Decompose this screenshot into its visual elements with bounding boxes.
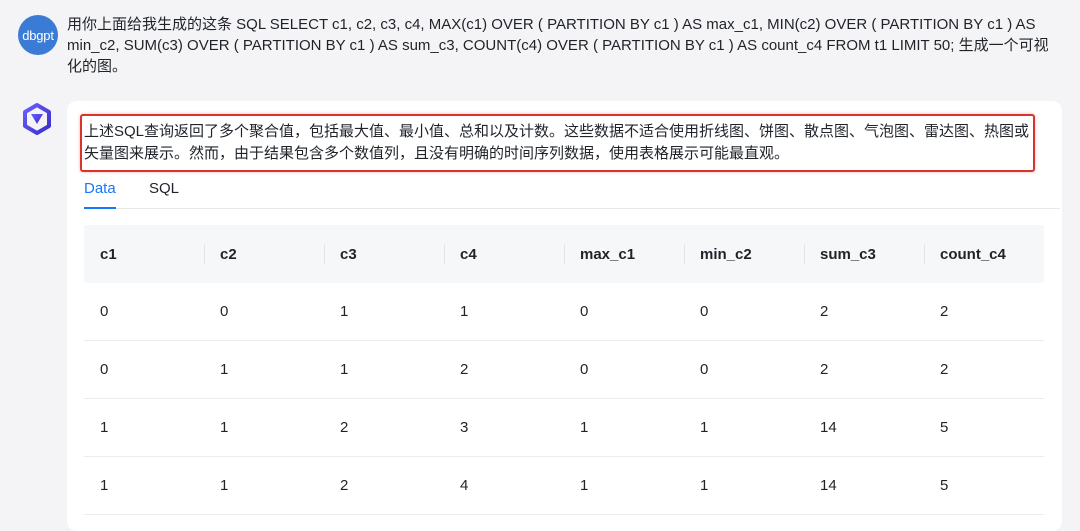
assistant-message-card: 上述SQL查询返回了多个聚合值，包括最大值、最小值、总和以及计数。这些数据不适合… (67, 101, 1062, 531)
table-cell: 14 (804, 398, 924, 457)
table-header-row: c1 c2 c3 c4 max_c1 min_c2 sum_c3 count_c… (84, 225, 1044, 283)
table-cell: 3 (444, 398, 564, 457)
table-row: 1 1 2 4 1 1 14 5 (84, 456, 1044, 515)
table-cell: 1 (204, 340, 324, 399)
table-cell: 0 (564, 283, 684, 341)
table-cell: 1 (444, 283, 564, 341)
active-tab-indicator (84, 207, 116, 209)
table-cell: 2 (324, 398, 444, 457)
table-cell: 2 (444, 340, 564, 399)
table-cell: 2 (924, 340, 1044, 399)
table-cell: 1 (84, 398, 204, 457)
user-message-text: 用你上面给我生成的这条 SQL SELECT c1, c2, c3, c4, M… (67, 16, 1049, 75)
table-row: 0 1 1 2 0 0 2 2 (84, 340, 1044, 399)
column-header: count_c4 (924, 225, 1044, 283)
table-cell: 1 (564, 456, 684, 515)
table-cell: 5 (924, 398, 1044, 457)
table-cell: 1 (204, 456, 324, 515)
column-header: c4 (444, 225, 564, 283)
table-cell: 0 (564, 340, 684, 399)
table-cell: 1 (684, 456, 804, 515)
assistant-summary-text: 上述SQL查询返回了多个聚合值，包括最大值、最小值、总和以及计数。这些数据不适合… (84, 123, 1030, 162)
table-cell: 2 (804, 283, 924, 341)
table-cell: 1 (84, 456, 204, 515)
column-header: sum_c3 (804, 225, 924, 283)
table-cell: 14 (804, 456, 924, 515)
table-cell: 5 (924, 456, 1044, 515)
table-cell: 2 (804, 340, 924, 399)
column-header: c1 (84, 225, 204, 283)
column-header: c2 (204, 225, 324, 283)
table-cell: 1 (684, 398, 804, 457)
table-cell: 1 (324, 283, 444, 341)
column-header: min_c2 (684, 225, 804, 283)
tab-sql[interactable]: SQL (149, 180, 179, 197)
table-cell: 2 (924, 283, 1044, 341)
table-cell: 1 (204, 398, 324, 457)
table-cell: 0 (84, 283, 204, 341)
column-header: max_c1 (564, 225, 684, 283)
table-row: 0 0 1 1 0 0 2 2 (84, 283, 1044, 341)
assistant-logo-icon (20, 102, 54, 136)
table-cell: 2 (324, 456, 444, 515)
tab-data[interactable]: Data (84, 180, 116, 197)
column-header: c3 (324, 225, 444, 283)
table-cell: 1 (324, 340, 444, 399)
table-cell: 0 (204, 283, 324, 341)
user-avatar: dbgpt (18, 15, 58, 55)
result-table: c1 c2 c3 c4 max_c1 min_c2 sum_c3 count_c… (84, 225, 1044, 515)
table-cell: 1 (564, 398, 684, 457)
table-cell: 4 (444, 456, 564, 515)
table-cell: 0 (684, 340, 804, 399)
table-cell: 0 (684, 283, 804, 341)
table-row: 1 1 2 3 1 1 14 5 (84, 398, 1044, 457)
result-tabs: Data SQL (84, 175, 1060, 209)
user-message: dbgpt 用你上面给我生成的这条 SQL SELECT c1, c2, c3,… (0, 0, 1080, 90)
table-cell: 0 (84, 340, 204, 399)
